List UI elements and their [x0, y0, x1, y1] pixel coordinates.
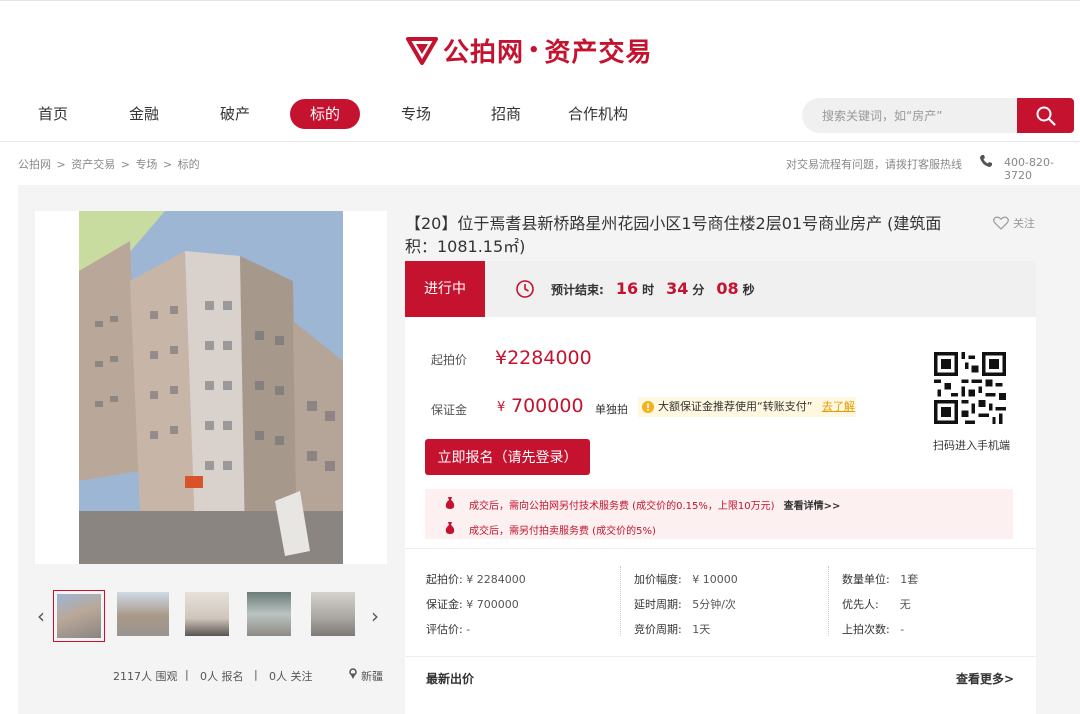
breadcrumb-current: 标的 — [177, 158, 200, 171]
nav-home[interactable]: 首页 — [24, 99, 82, 129]
nav-divider — [0, 141, 1080, 142]
breadcrumb-sep: > — [120, 158, 130, 171]
brand-dot: • — [528, 39, 541, 61]
follow-count: 0人 关注 — [269, 670, 313, 683]
deposit-value: 700000 — [511, 395, 584, 417]
listing-title: 【20】位于焉耆县新桥路星州花园小区1号商住楼2层01号商业房产 (建筑面积：1… — [405, 214, 942, 256]
nav-bankruptcy[interactable]: 破产 — [206, 99, 264, 129]
countdown-minutes-unit: 分 — [692, 283, 705, 297]
brand-logo-icon — [406, 37, 438, 65]
building-photo — [79, 211, 343, 564]
breadcrumb-specials[interactable]: 专场 — [135, 158, 157, 171]
auction-type: 单独拍 — [595, 403, 628, 416]
breadcrumb-home[interactable]: 公拍网 — [18, 158, 51, 171]
thumbnail[interactable] — [117, 592, 169, 636]
location-icon — [348, 668, 358, 682]
detail-deposit: 保证金: ¥ 700000 — [426, 598, 519, 611]
stats-separator: | — [254, 668, 258, 681]
signup-button[interactable]: 立即报名（请先登录） — [425, 439, 590, 475]
brand-section: 资产交易 — [544, 37, 653, 68]
breadcrumb-assets[interactable]: 资产交易 — [71, 158, 115, 171]
signup-count: 0人 报名 — [200, 670, 244, 683]
countdown-seconds-unit: 秒 — [742, 283, 755, 297]
clock-icon — [516, 280, 534, 298]
search-bar — [802, 98, 1074, 133]
countdown-hours-unit: 时 — [642, 283, 655, 297]
location-label: 新疆 — [361, 670, 383, 683]
fee-detail-link[interactable]: 查看详情>> — [784, 501, 841, 512]
column-divider — [828, 566, 829, 636]
site-logo[interactable]: 公拍网 • 资产交易 — [405, 30, 653, 70]
detail-appraisal: 评估价: - — [426, 623, 471, 636]
money-bag-icon — [445, 522, 455, 534]
start-price-value: ¥2284000 — [495, 347, 592, 369]
heart-icon — [993, 216, 1009, 230]
phone-icon — [980, 155, 992, 167]
help-text: 对交易流程有问题，请拨打客服热线 — [786, 158, 962, 171]
thumbnail[interactable] — [247, 592, 299, 636]
detail-start-price: 起拍价: ¥ 2284000 — [426, 573, 526, 586]
main-photo[interactable] — [35, 211, 387, 564]
start-price-label: 起拍价 — [431, 353, 468, 367]
breadcrumb-sep: > — [56, 158, 66, 171]
status-bar: 进行中 预计结束: 16 时 34 分 08 秒 — [405, 261, 1036, 317]
countdown-minutes: 34 — [666, 279, 689, 298]
status-badge: 进行中 — [405, 261, 485, 317]
section-divider — [405, 656, 1036, 657]
fee-text: 成交后，需向公拍网另付技术服务费 (成交价的0.15%，上限10万元) — [469, 501, 775, 512]
column-divider — [620, 566, 621, 636]
breadcrumb: 公拍网 > 资产交易 > 专场 > 标的 — [18, 156, 202, 172]
detail-bid-period: 竞价周期: 1天 — [634, 623, 711, 636]
brand-name: 公拍网 — [443, 37, 525, 68]
money-bag-icon — [445, 497, 455, 509]
deposit-tip-text: 大额保证金推荐使用“转账支付” — [658, 400, 813, 413]
fee-text: 成交后，需另付拍卖服务费 (成交价的5%) — [469, 526, 656, 537]
nav-partners[interactable]: 合作机构 — [560, 99, 636, 129]
breadcrumb-sep: > — [162, 158, 173, 171]
qr-code — [934, 352, 1006, 424]
view-more-link[interactable]: 查看更多> — [956, 670, 1014, 687]
fee-line: 成交后，需向公拍网另付技术服务费 (成交价的0.15%，上限10万元) 查看详情… — [469, 497, 840, 512]
thumbnail-strip: ‹ › — [35, 590, 387, 642]
fee-line: 成交后，需另付拍卖服务费 (成交价的5%) — [469, 522, 656, 537]
detail-priority: 优先人: 无 — [842, 598, 911, 611]
detail-increment: 加价幅度: ¥ 10000 — [634, 573, 738, 586]
fee-notes: 成交后，需向公拍网另付技术服务费 (成交价的0.15%，上限10万元) 查看详情… — [425, 489, 1013, 539]
deposit-tip: 大额保证金推荐使用“转账支付” 去了解 — [638, 397, 856, 417]
deposit-currency: ¥ — [497, 400, 506, 415]
countdown-seconds: 08 — [716, 279, 739, 298]
countdown: 预计结束: 16 时 34 分 08 秒 — [551, 279, 755, 298]
chevron-right-icon[interactable]: › — [371, 604, 379, 628]
nav-lots[interactable]: 标的 — [290, 99, 360, 129]
latest-bids-title: 最新出价 — [426, 672, 475, 686]
thumbnail[interactable] — [185, 592, 237, 636]
deposit-label: 保证金 — [431, 403, 468, 417]
info-icon — [642, 401, 654, 413]
deposit-tip-link[interactable]: 去了解 — [822, 400, 855, 413]
thumbnail[interactable] — [311, 592, 363, 636]
detail-auction-count: 上拍次数: - — [842, 623, 905, 636]
countdown-hours: 16 — [615, 279, 639, 298]
nav-specials[interactable]: 专场 — [387, 99, 445, 129]
detail-quantity: 数量单位: 1套 — [842, 573, 919, 586]
nav-investment[interactable]: 招商 — [477, 99, 535, 129]
search-button[interactable] — [1017, 98, 1074, 133]
top-border — [0, 0, 1080, 1]
search-icon — [1036, 106, 1056, 126]
thumbnail[interactable] — [53, 590, 105, 642]
chevron-left-icon[interactable]: ‹ — [37, 604, 45, 628]
qr-label: 扫码进入手机端 — [933, 439, 1010, 452]
follow-button[interactable]: 关注 — [993, 215, 1035, 231]
views-count: 2117人 围观 — [113, 670, 178, 683]
detail-extension: 延时周期: 5分钟/次 — [634, 598, 736, 611]
stats-separator: | — [185, 668, 189, 681]
countdown-label: 预计结束: — [551, 283, 604, 297]
nav-finance[interactable]: 金融 — [115, 99, 173, 129]
follow-label: 关注 — [1013, 217, 1035, 230]
hotline-number: 400-820-3720 — [1004, 156, 1054, 182]
search-input[interactable] — [802, 98, 1018, 133]
